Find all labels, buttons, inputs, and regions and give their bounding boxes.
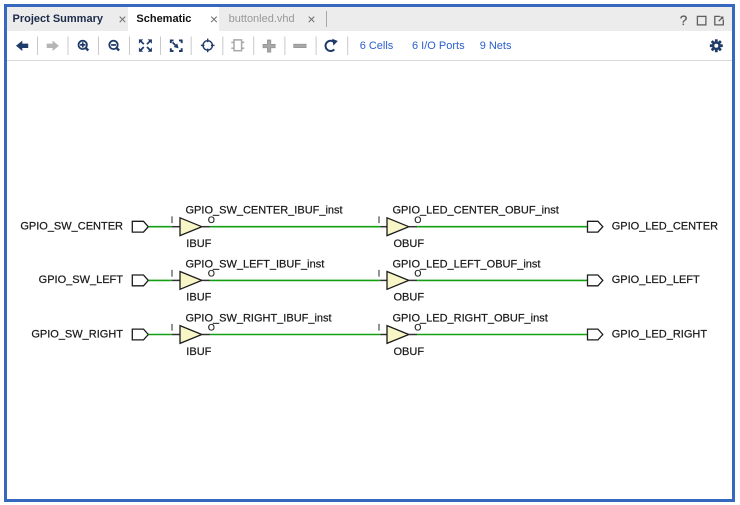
svg-text:IBUF: IBUF — [186, 292, 211, 304]
svg-text:GPIO_SW_LEFT: GPIO_SW_LEFT — [39, 274, 124, 286]
svg-text:IBUF: IBUF — [186, 346, 211, 358]
svg-text:GPIO_LED_LEFT: GPIO_LED_LEFT — [612, 274, 700, 286]
svg-text:GPIO_LED_RIGHT: GPIO_LED_RIGHT — [612, 328, 708, 340]
svg-text:I: I — [378, 269, 381, 279]
svg-text:GPIO_SW_CENTER_IBUF_inst: GPIO_SW_CENTER_IBUF_inst — [186, 205, 343, 217]
svg-text:GPIO_LED_LEFT_OBUF_inst: GPIO_LED_LEFT_OBUF_inst — [393, 258, 541, 270]
svg-text:6 I/O Ports: 6 I/O Ports — [412, 40, 465, 52]
svg-text:I: I — [171, 323, 174, 333]
svg-text:GPIO_LED_RIGHT_OBUF_inst: GPIO_LED_RIGHT_OBUF_inst — [393, 313, 548, 325]
svg-text:I: I — [378, 323, 381, 333]
svg-text:6 Cells: 6 Cells — [360, 40, 394, 52]
svg-text:9 Nets: 9 Nets — [480, 40, 512, 52]
svg-text:IBUF: IBUF — [186, 238, 211, 250]
svg-text:GPIO_SW_RIGHT: GPIO_SW_RIGHT — [31, 328, 123, 340]
svg-text:GPIO_SW_LEFT_IBUF_inst: GPIO_SW_LEFT_IBUF_inst — [186, 258, 325, 270]
svg-text:GPIO_LED_CENTER: GPIO_LED_CENTER — [612, 221, 718, 233]
svg-text:GPIO_LED_CENTER_OBUF_inst: GPIO_LED_CENTER_OBUF_inst — [393, 205, 559, 217]
svg-text:GPIO_SW_RIGHT_IBUF_inst: GPIO_SW_RIGHT_IBUF_inst — [186, 313, 332, 325]
svg-text:I: I — [171, 215, 174, 225]
svg-text:OBUF: OBUF — [394, 238, 425, 250]
svg-text:I: I — [378, 215, 381, 225]
svg-text:?: ? — [680, 13, 688, 28]
svg-text:I: I — [171, 269, 174, 279]
svg-text:OBUF: OBUF — [394, 346, 425, 358]
svg-text:OBUF: OBUF — [394, 292, 425, 304]
svg-text:GPIO_SW_CENTER: GPIO_SW_CENTER — [20, 221, 123, 233]
